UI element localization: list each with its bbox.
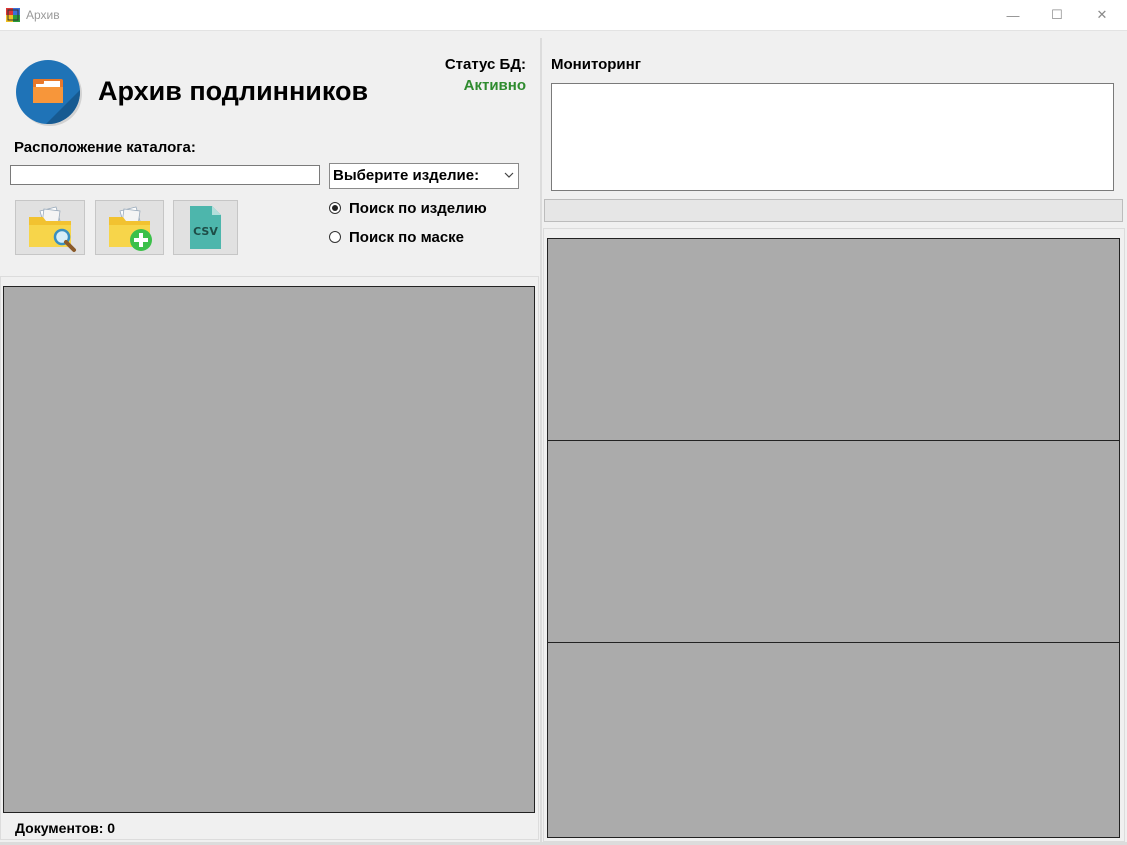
progress-bar	[544, 199, 1123, 222]
maximize-icon: ☐	[1051, 7, 1063, 22]
folder-add-icon	[109, 206, 152, 251]
export-csv-button[interactable]: CSV	[173, 200, 238, 255]
monitoring-label: Мониторинг	[551, 56, 641, 73]
radio-button[interactable]	[329, 202, 341, 214]
radio-label: Поиск по маске	[349, 229, 465, 246]
radio-button[interactable]	[329, 231, 341, 243]
minimize-button[interactable]: —	[990, 0, 1036, 30]
csv-file-icon: CSV	[190, 206, 221, 249]
archive-logo-icon	[16, 60, 80, 124]
app-icon	[6, 8, 20, 22]
title-bar: Архив — ☐ ✕	[0, 0, 1127, 31]
db-status-label: Статус БД:	[444, 56, 526, 73]
chevron-down-icon	[504, 172, 514, 178]
close-button[interactable]: ✕	[1079, 0, 1125, 30]
product-select[interactable]: Выберите изделие:	[329, 163, 519, 189]
catalog-location-label: Расположение каталога:	[14, 139, 196, 156]
folder-search-icon	[29, 206, 76, 252]
minimize-icon: —	[1006, 7, 1020, 23]
details-grid-3[interactable]	[547, 642, 1120, 838]
csv-label: CSV	[193, 225, 218, 238]
catalog-path-input[interactable]	[10, 165, 320, 185]
monitoring-log[interactable]	[551, 83, 1114, 191]
open-folder-search-button[interactable]	[15, 200, 85, 255]
documents-grid[interactable]	[3, 286, 535, 813]
details-grid-2[interactable]	[547, 440, 1120, 644]
splitter[interactable]	[540, 38, 542, 842]
radio-label: Поиск по изделию	[349, 200, 487, 217]
db-status-value: Активно	[463, 77, 526, 94]
documents-count-text: Документов: 0	[15, 820, 116, 836]
maximize-button[interactable]: ☐	[1034, 0, 1080, 30]
product-select-value: Выберите изделие:	[333, 167, 480, 184]
documents-count: Документов: 0	[15, 820, 115, 836]
window-title: Архив	[26, 8, 60, 22]
add-folder-button[interactable]	[95, 200, 164, 255]
app-title: Архив подлинников	[98, 76, 369, 106]
details-grid-1[interactable]	[547, 238, 1120, 441]
close-icon: ✕	[1096, 7, 1108, 22]
